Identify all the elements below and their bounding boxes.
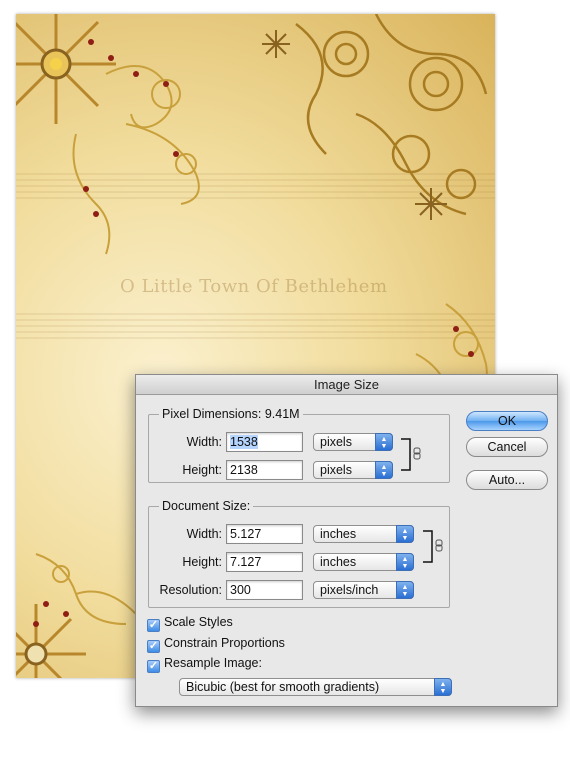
- ok-button[interactable]: OK: [466, 411, 548, 431]
- cancel-button[interactable]: Cancel: [466, 437, 548, 457]
- checkmark-icon: ✓: [147, 619, 160, 632]
- up-down-arrows-icon: ▲ ▼: [375, 461, 393, 479]
- doc-width-value: 5.127: [230, 527, 262, 541]
- up-down-arrows-icon: ▲ ▼: [396, 553, 414, 571]
- pixel-dimensions-title: Pixel Dimensions: 9.41M: [159, 407, 303, 421]
- up-down-arrows-icon: ▲ ▼: [396, 581, 414, 599]
- pixel-width-label: Width:: [186, 435, 222, 449]
- checkmark-icon: ✓: [147, 640, 160, 653]
- constrain-proportions-checkbox[interactable]: ✓ Constrain Proportions: [147, 636, 285, 653]
- doc-width-unit-select[interactable]: inches ▲ ▼: [313, 525, 414, 543]
- pixel-height-value: 2138: [230, 463, 258, 477]
- dialog-title: Image Size: [136, 375, 557, 395]
- music-title: O Little Town Of Bethlehem: [120, 276, 388, 297]
- pixel-height-unit: pixels: [320, 463, 352, 477]
- chain-link-icon: [423, 530, 443, 563]
- resample-image-checkbox[interactable]: ✓ Resample Image:: [147, 656, 262, 673]
- document-size-title: Document Size:: [159, 499, 254, 513]
- doc-width-unit: inches: [320, 527, 357, 541]
- pixel-height-unit-select[interactable]: pixels ▲ ▼: [313, 461, 393, 479]
- doc-height-unit: inches: [320, 555, 357, 569]
- resample-image-label: Resample Image:: [164, 656, 262, 670]
- doc-height-label: Height:: [182, 555, 222, 569]
- resample-method: Bicubic (best for smooth gradients): [186, 680, 380, 694]
- checkmark-icon: ✓: [147, 660, 160, 673]
- constrain-proportions-label: Constrain Proportions: [164, 636, 285, 650]
- resample-method-select[interactable]: Bicubic (best for smooth gradients) ▲ ▼: [179, 678, 452, 696]
- scale-styles-label: Scale Styles: [164, 615, 233, 629]
- up-down-arrows-icon: ▲ ▼: [434, 678, 452, 696]
- doc-height-value: 7.127: [230, 555, 262, 569]
- chain-link-icon: [401, 438, 421, 471]
- resolution-unit: pixels/inch: [320, 583, 379, 597]
- auto-button[interactable]: Auto...: [466, 470, 548, 490]
- doc-height-input[interactable]: 7.127: [226, 552, 303, 572]
- image-size-dialog: Image Size Pixel Dimensions: 9.41M Width…: [135, 374, 558, 707]
- up-down-arrows-icon: ▲ ▼: [375, 433, 393, 451]
- pixel-width-value: 1538: [230, 435, 258, 449]
- resolution-input[interactable]: 300: [226, 580, 303, 600]
- doc-width-input[interactable]: 5.127: [226, 524, 303, 544]
- resolution-value: 300: [230, 583, 251, 597]
- doc-width-label: Width:: [186, 527, 222, 541]
- pixel-width-input[interactable]: 1538: [226, 432, 303, 452]
- resolution-label: Resolution:: [159, 583, 222, 597]
- up-down-arrows-icon: ▲ ▼: [396, 525, 414, 543]
- pixel-width-unit: pixels: [320, 435, 352, 449]
- scale-styles-checkbox[interactable]: ✓ Scale Styles: [147, 615, 233, 632]
- pixel-height-label: Height:: [182, 463, 222, 477]
- resolution-unit-select[interactable]: pixels/inch ▲ ▼: [313, 581, 414, 599]
- pixel-height-input[interactable]: 2138: [226, 460, 303, 480]
- pixel-width-unit-select[interactable]: pixels ▲ ▼: [313, 433, 393, 451]
- doc-height-unit-select[interactable]: inches ▲ ▼: [313, 553, 414, 571]
